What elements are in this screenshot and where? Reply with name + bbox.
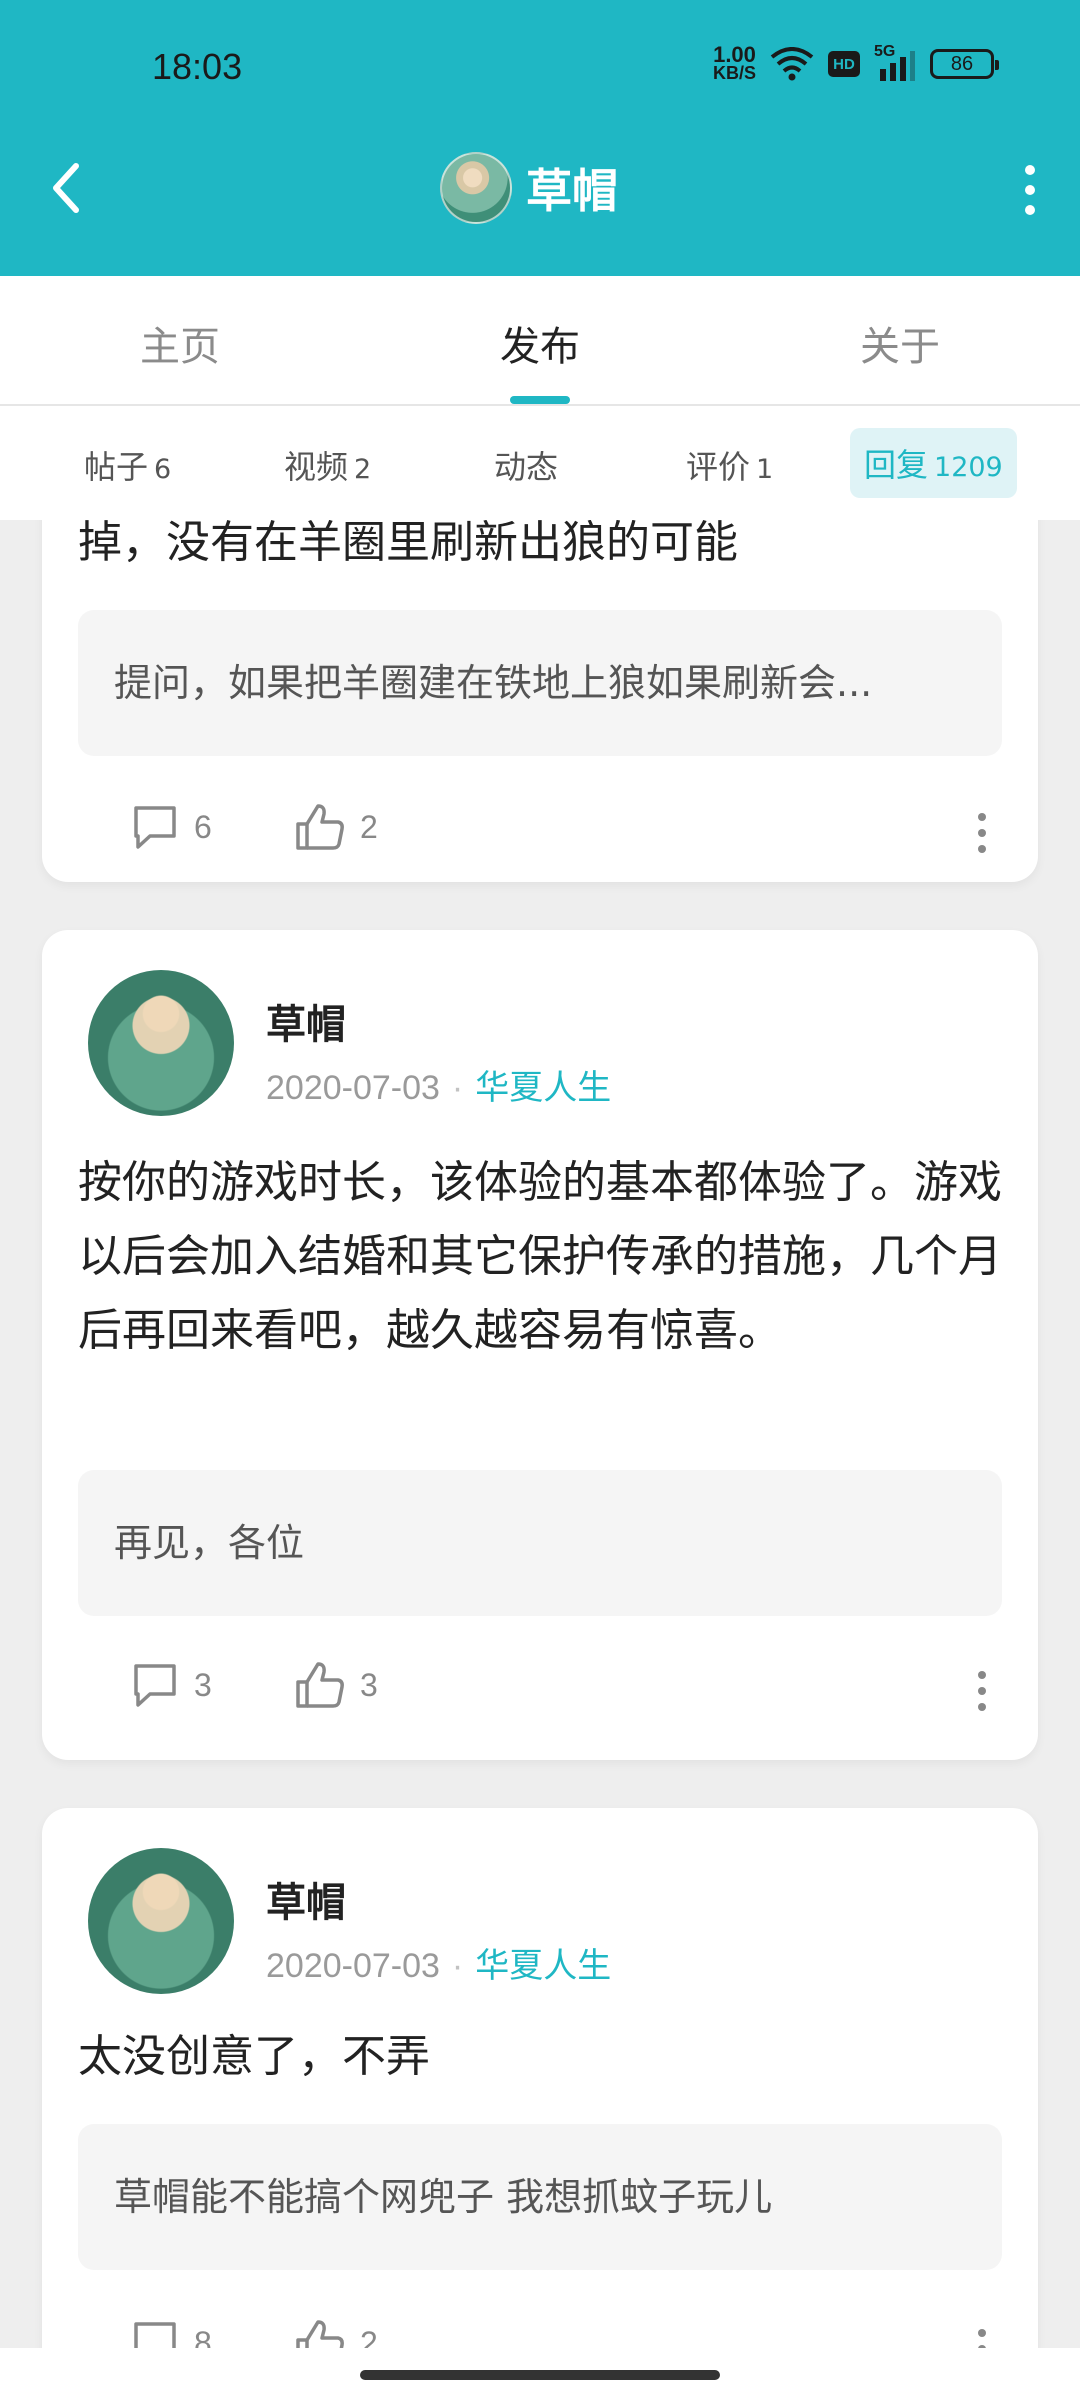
reply-card[interactable]: 草帽 2020-07-03 · 华夏人生 太没创意了，不弄 草帽能不能搞个网兜子 我… [42, 1808, 1038, 2348]
group-link[interactable]: 华夏人生 [475, 1069, 611, 1107]
subtab-videos-label: 视频 [284, 448, 349, 486]
app-header: 18:03 1.00 KB/S HD 5G 86 草帽 [0, 0, 1080, 276]
chevron-left-icon [53, 163, 79, 213]
quoted-post[interactable]: 再见，各位 [78, 1470, 1002, 1616]
like-button[interactable]: 3 [294, 1660, 378, 1710]
more-options-button[interactable] [1010, 158, 1050, 222]
reply-card[interactable]: 草帽 2020-07-03 · 华夏人生 按你的游戏时长，该体验的基本都体验了。游戏… [42, 930, 1038, 1760]
reply-body: 太没创意了，不弄 [78, 2031, 430, 2082]
active-tab-indicator [510, 396, 570, 404]
comment-count: 8 [194, 2324, 212, 2349]
subtab-posts-count: 6 [154, 454, 172, 485]
avatar[interactable] [88, 970, 234, 1116]
meta-separator: · [451, 1947, 464, 1985]
quoted-post[interactable]: 提问，如果把羊圈建在铁地上狼如果刷新会... [78, 610, 1002, 756]
subtab-videos-count: 2 [354, 454, 372, 485]
nav-row: 草帽 [0, 130, 1080, 250]
avatar[interactable] [88, 1848, 234, 1994]
post-meta: 2020-07-03 · 华夏人生 [266, 1938, 611, 1987]
secondary-tabs: 帖子 6 视频 2 动态 评价 1 回复 1209 [0, 406, 1080, 520]
comment-button[interactable]: 8 [130, 2318, 212, 2348]
meta-separator: · [451, 1069, 464, 1107]
like-button[interactable]: 2 [294, 802, 378, 852]
comment-count: 6 [194, 808, 212, 845]
subtab-activity[interactable]: 动态 [494, 442, 558, 488]
comment-count: 3 [194, 1666, 212, 1703]
battery-indicator: 86 [930, 49, 999, 79]
comment-icon [134, 806, 176, 849]
avatar[interactable] [440, 152, 512, 224]
tab-home[interactable]: 主页 [80, 314, 280, 372]
subtab-replies-count: 1209 [934, 452, 1003, 483]
comment-button[interactable]: 6 [130, 802, 212, 852]
subtab-reviews[interactable]: 评价 1 [686, 442, 773, 488]
like-count: 2 [360, 2324, 378, 2349]
status-icons: 1.00 KB/S HD 5G 86 [712, 42, 999, 83]
card-more-button[interactable] [972, 2324, 992, 2348]
hd-badge: HD [828, 51, 860, 77]
card-more-button[interactable] [972, 808, 992, 858]
author-name[interactable]: 草帽 [266, 992, 346, 1050]
subtab-reviews-count: 1 [756, 454, 774, 485]
subtab-posts[interactable]: 帖子 6 [84, 442, 171, 488]
subtab-videos[interactable]: 视频 2 [284, 442, 371, 488]
network-speed-value: 1.00 [713, 42, 756, 67]
tab-about[interactable]: 关于 [800, 314, 1000, 372]
post-date: 2020-07-03 [266, 1947, 440, 1985]
card-more-button[interactable] [972, 1666, 992, 1716]
tab-posts[interactable]: 发布 [440, 314, 640, 372]
subtab-posts-label: 帖子 [84, 448, 149, 486]
network-speed: 1.00 KB/S [712, 42, 756, 83]
post-meta: 2020-07-03 · 华夏人生 [266, 1060, 611, 1109]
like-count: 2 [360, 808, 378, 845]
subtab-replies-label: 回复 [864, 446, 929, 484]
home-indicator[interactable] [360, 2370, 720, 2380]
thumbs-up-icon [296, 2320, 344, 2348]
thumbs-up-icon [296, 804, 344, 850]
back-button[interactable] [44, 158, 88, 218]
comment-icon [134, 1664, 176, 1707]
primary-tabs: 主页 发布 关于 [0, 276, 1080, 406]
reply-body: 掉，没有在羊圈里刷新出狼的可能 [78, 520, 738, 568]
reply-feed[interactable]: 掉，没有在羊圈里刷新出狼的可能 提问，如果把羊圈建在铁地上狼如果刷新会... 6… [0, 520, 1080, 2348]
subtab-reviews-label: 评价 [686, 448, 751, 486]
profile-title: 草帽 [440, 152, 618, 224]
wifi-icon [770, 47, 814, 81]
like-count: 3 [360, 1666, 378, 1703]
quoted-post[interactable]: 草帽能不能搞个网兜子 我想抓蚊子玩儿 [78, 2124, 1002, 2270]
subtab-activity-label: 动态 [494, 448, 559, 486]
post-date: 2020-07-03 [266, 1069, 440, 1107]
author-name[interactable]: 草帽 [266, 1870, 346, 1928]
comment-button[interactable]: 3 [130, 1660, 212, 1710]
status-time: 18:03 [152, 46, 243, 87]
comment-icon [134, 2322, 176, 2348]
status-bar: 18:03 1.00 KB/S HD 5G 86 [0, 0, 1080, 130]
signal-icon: 5G [874, 43, 916, 81]
card-actions: 8 2 [88, 2318, 1002, 2348]
reply-card[interactable]: 掉，没有在羊圈里刷新出狼的可能 提问，如果把羊圈建在铁地上狼如果刷新会... 6… [42, 520, 1038, 882]
gesture-bar [0, 2348, 1080, 2400]
network-speed-unit: KB/S [712, 63, 756, 83]
card-actions: 6 2 [88, 802, 1002, 862]
page-title: 草帽 [526, 164, 618, 218]
reply-body: 按你的游戏时长，该体验的基本都体验了。游戏以后会加入结婚和其它保护传承的措施，几… [78, 1157, 1002, 1356]
like-button[interactable]: 2 [294, 2318, 378, 2348]
card-actions: 3 3 [88, 1660, 1002, 1720]
subtab-replies[interactable]: 回复 1209 [850, 428, 1017, 498]
thumbs-up-icon [296, 1662, 344, 1708]
group-link[interactable]: 华夏人生 [475, 1947, 611, 1985]
